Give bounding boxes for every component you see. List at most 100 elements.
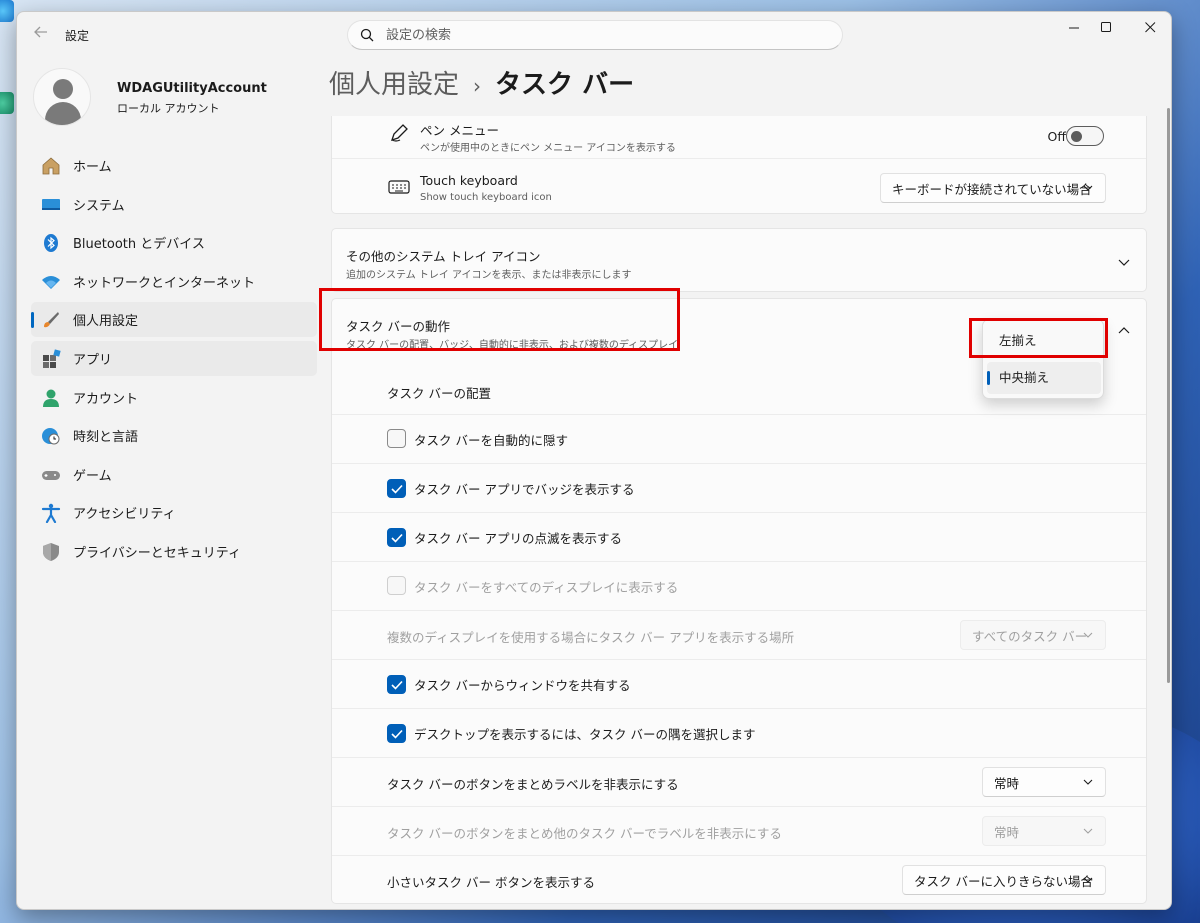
sidebar-item-bluetooth[interactable]: Bluetooth とデバイス: [31, 225, 317, 260]
search-input[interactable]: [386, 25, 826, 45]
chevron-down-icon[interactable]: [1118, 256, 1130, 268]
small-buttons-label: 小さいタスク バー ボタンを表示する: [387, 875, 595, 890]
touch-keyboard-dropdown[interactable]: キーボードが接続されていない場合: [880, 173, 1106, 203]
sidebar-item-accounts[interactable]: アカウント: [31, 380, 317, 415]
desktop-icon-edge[interactable]: [0, 0, 14, 22]
wifi-icon: [42, 275, 60, 289]
tray-icons-subtitle: 追加のシステム トレイ アイコンを表示、または非表示にします: [346, 270, 632, 281]
sidebar-item-personalization[interactable]: 個人用設定: [31, 302, 317, 338]
checkmark-icon: [391, 680, 403, 690]
settings-content: ペン メニュー ペンが使用中のときにペン メニュー アイコンを表示する Off …: [329, 116, 1159, 909]
avatar: [33, 68, 91, 126]
touch-keyboard-title: Touch keyboard: [420, 173, 518, 188]
breadcrumb: 個人用設定 › タスク バー: [329, 64, 634, 101]
shield-icon: [43, 542, 59, 561]
sidebar-item-privacy[interactable]: プライバシーとセキュリティ: [31, 534, 317, 569]
combine-other-label: タスク バーのボタンをまとめ他のタスク バーでラベルを非表示にする: [387, 826, 782, 841]
settings-window: 設定 WDAGUtilityAccount ローカル アカウント ホーム: [16, 11, 1172, 910]
close-button[interactable]: [1127, 18, 1171, 42]
scrollbar-thumb[interactable]: [1167, 108, 1170, 683]
chevron-down-icon: [1083, 185, 1093, 191]
sidebar-item-accessibility[interactable]: アクセシビリティ: [31, 495, 317, 530]
close-icon: [1144, 22, 1155, 33]
show-desktop-checkbox[interactable]: [387, 724, 406, 743]
sidebar-item-label: アプリ: [73, 352, 113, 368]
combine-other-dropdown: 常時: [982, 816, 1106, 846]
globe-clock-icon: [42, 428, 60, 445]
sidebar-item-label: 個人用設定: [73, 314, 139, 330]
sidebar-item-gaming[interactable]: ゲーム: [31, 457, 317, 492]
pen-menu-toggle[interactable]: [1066, 126, 1104, 146]
user-profile[interactable]: WDAGUtilityAccount ローカル アカウント: [33, 68, 313, 128]
home-icon: [42, 157, 60, 175]
desktop-icon-store[interactable]: [0, 92, 14, 114]
paintbrush-icon: [44, 312, 59, 328]
alignment-option-center[interactable]: 中央揃え: [987, 362, 1101, 394]
breadcrumb-separator: ›: [473, 74, 482, 98]
search-box[interactable]: [347, 20, 843, 50]
account-icon: [43, 389, 59, 407]
small-buttons-row: 小さいタスク バー ボタンを表示する タスク バーに入りきらない場合: [332, 855, 1146, 904]
back-button[interactable]: [31, 24, 51, 44]
multi-display-row: 複数のディスプレイを使用する場合にタスク バー アプリを表示する場所 すべてのタ…: [332, 610, 1146, 659]
sidebar-item-label: 時刻と言語: [73, 430, 139, 446]
combine-other-row: タスク バーのボタンをまとめ他のタスク バーでラベルを非表示にする 常時: [332, 806, 1146, 855]
checkmark-icon: [391, 729, 403, 739]
sidebar-item-apps[interactable]: アプリ: [31, 340, 317, 376]
title-bar: 設定: [17, 12, 1171, 56]
maximize-button[interactable]: [1083, 18, 1129, 42]
sidebar-item-system[interactable]: システム: [31, 187, 317, 222]
pen-icon: [390, 124, 408, 142]
show-desktop-row: デスクトップを表示するには、タスク バーの隅を選択します: [332, 708, 1146, 757]
sidebar-item-label: プライバシーとセキュリティ: [73, 545, 241, 561]
page-title: タスク バー: [495, 70, 635, 100]
sidebar-item-label: ホーム: [73, 160, 112, 175]
sidebar-item-label: システム: [73, 198, 125, 214]
option-label: 中央揃え: [999, 370, 1050, 385]
badges-checkbox[interactable]: [387, 479, 406, 498]
annotation-left-align-option: [969, 318, 1108, 358]
gamepad-icon: [42, 470, 60, 480]
auto-hide-checkbox[interactable]: [387, 429, 406, 448]
multi-display-dropdown: すべてのタスク バー: [960, 620, 1106, 650]
pen-menu-toggle-state: Off: [1047, 129, 1066, 144]
share-window-checkbox[interactable]: [387, 675, 406, 694]
arrow-left-icon: [34, 26, 47, 38]
other-tray-icons-card[interactable]: その他のシステム トレイ アイコン 追加のシステム トレイ アイコンを表示、また…: [331, 228, 1147, 292]
sidebar-item-time-language[interactable]: 時刻と言語: [31, 418, 317, 453]
minimize-icon: [1068, 27, 1079, 29]
chevron-up-icon[interactable]: [1118, 325, 1130, 337]
breadcrumb-parent[interactable]: 個人用設定: [329, 70, 459, 100]
sidebar-item-label: Bluetooth とデバイス: [73, 237, 205, 253]
profile-account-type: ローカル アカウント: [117, 102, 220, 115]
pen-menu-title: ペン メニュー: [420, 123, 499, 138]
dropdown-value: キーボードが接続されていない場合: [892, 181, 1092, 197]
taskbar-icons-card: ペン メニュー ペンが使用中のときにペン メニュー アイコンを表示する Off …: [331, 116, 1147, 214]
flashing-checkbox[interactable]: [387, 528, 406, 547]
dropdown-value: 常時: [994, 775, 1020, 791]
tray-icons-title: その他のシステム トレイ アイコン: [346, 249, 541, 264]
show-desktop-label: デスクトップを表示するには、タスク バーの隅を選択します: [414, 727, 756, 742]
sidebar-item-home[interactable]: ホーム: [31, 148, 317, 183]
selection-indicator: [31, 312, 34, 329]
search-icon: [360, 28, 374, 42]
accessibility-icon: [41, 504, 61, 524]
dropdown-value: すべてのタスク バー: [972, 628, 1088, 644]
keyboard-icon: [388, 180, 410, 194]
checkmark-icon: [391, 533, 403, 543]
combine-buttons-dropdown[interactable]: 常時: [982, 767, 1106, 797]
chevron-down-icon: [1083, 828, 1093, 834]
flashing-row: タスク バー アプリの点滅を表示する: [332, 512, 1146, 561]
all-displays-row: タスク バーをすべてのディスプレイに表示する: [332, 561, 1146, 610]
sidebar-item-label: ゲーム: [73, 468, 112, 484]
dropdown-value: タスク バーに入りきらない場合: [914, 873, 1093, 889]
combine-buttons-row: タスク バーのボタンをまとめラベルを非表示にする 常時: [332, 757, 1146, 806]
selection-indicator: [987, 371, 990, 385]
auto-hide-label: タスク バーを自動的に隠す: [414, 433, 568, 448]
system-icon: [42, 198, 60, 210]
apps-icon: [43, 349, 61, 368]
sidebar-item-network[interactable]: ネットワークとインターネット: [31, 264, 317, 299]
small-buttons-dropdown[interactable]: タスク バーに入りきらない場合: [902, 865, 1106, 895]
all-displays-label: タスク バーをすべてのディスプレイに表示する: [414, 580, 679, 595]
touch-keyboard-subtitle: Show touch keyboard icon: [420, 192, 552, 203]
